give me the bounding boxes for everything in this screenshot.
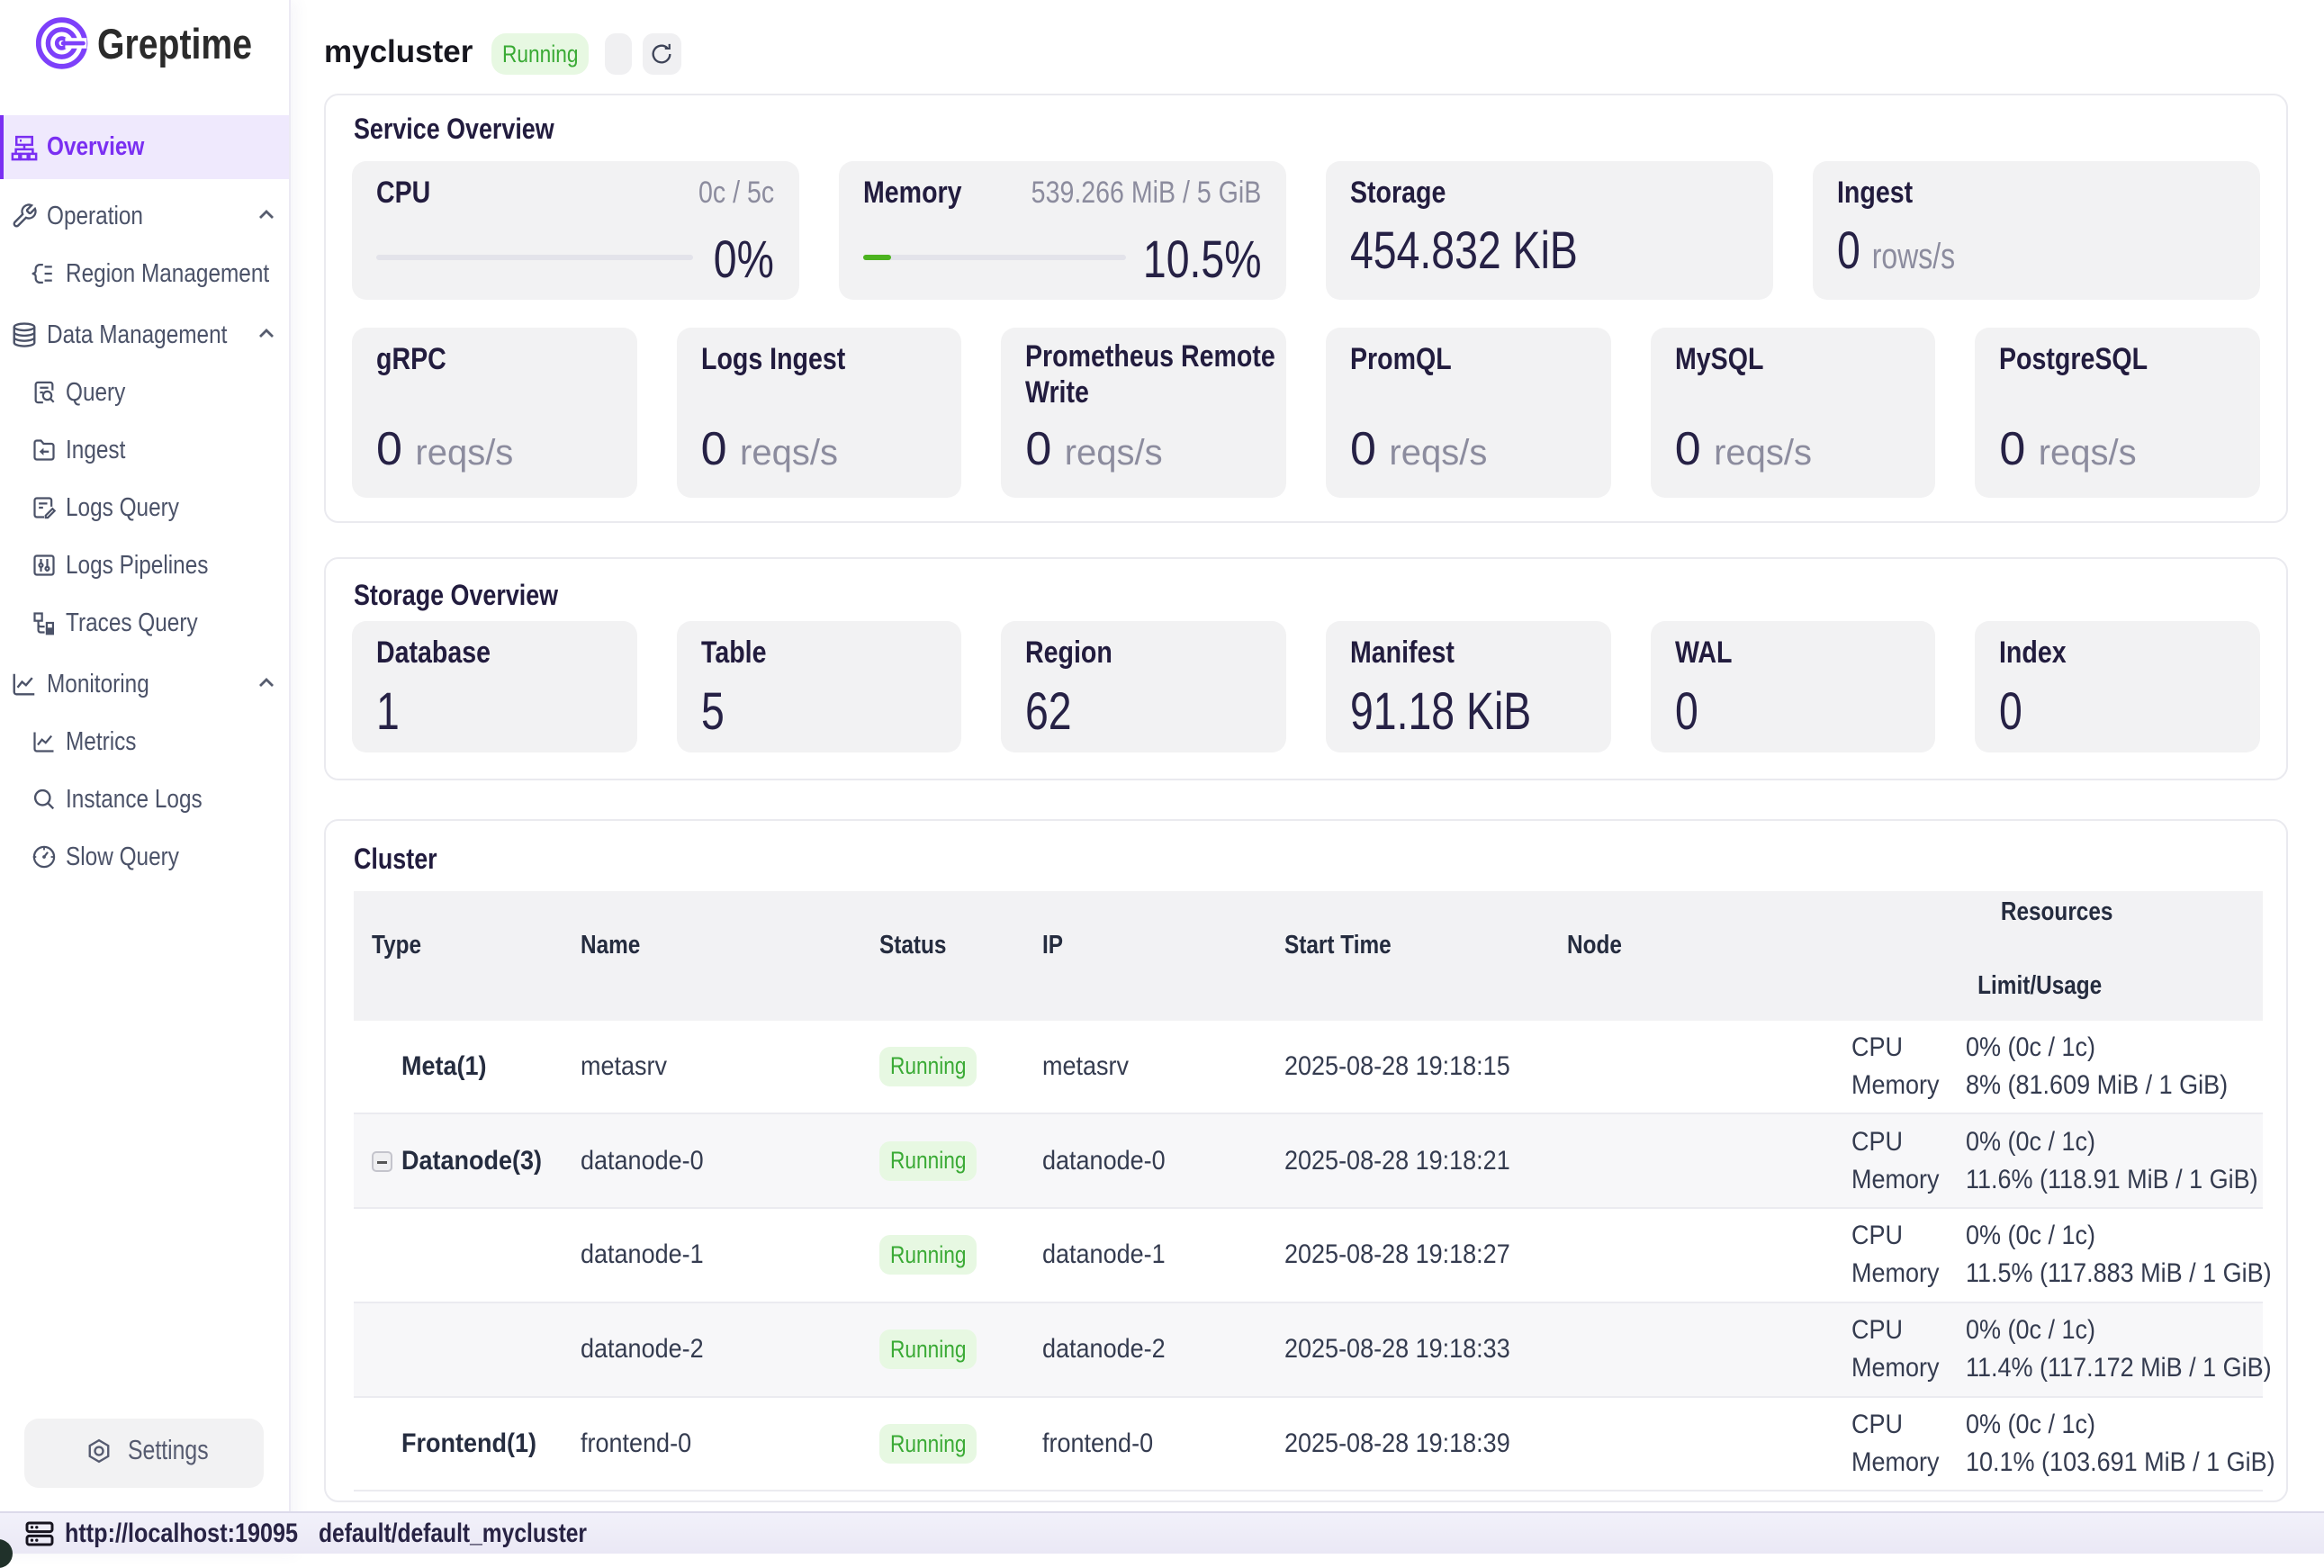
svg-text:Greptime: Greptime	[97, 20, 252, 68]
